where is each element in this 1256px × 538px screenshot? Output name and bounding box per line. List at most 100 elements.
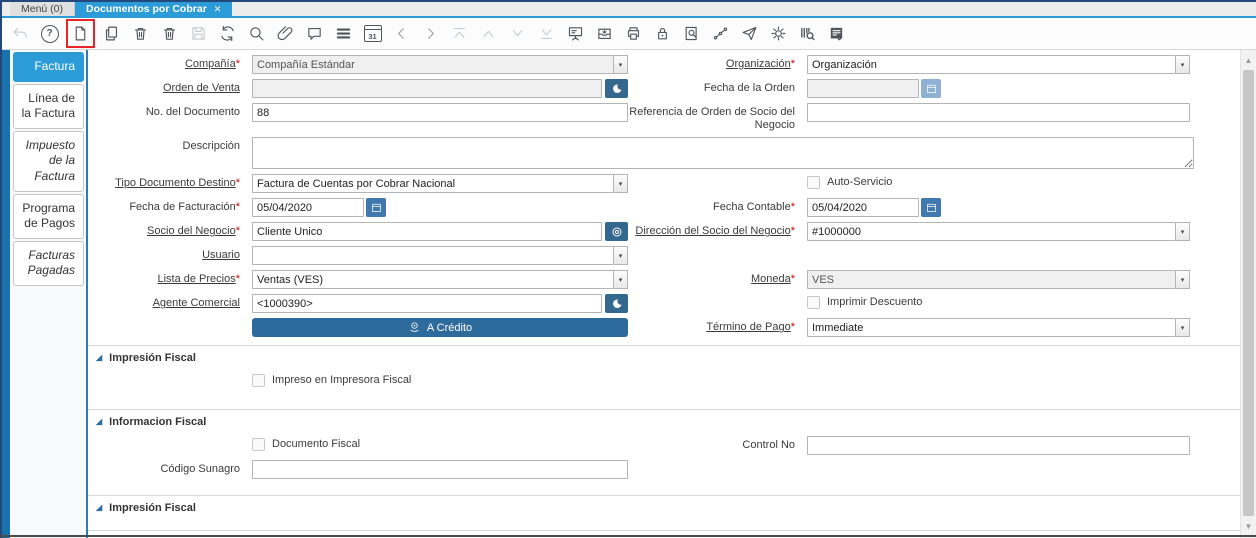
collapse-arrow-icon: ◢ [96,353,103,363]
help-icon[interactable]: ? [40,23,59,44]
toolbar: ? 31 [2,18,1256,50]
tipo-documento-destino-combobox[interactable]: ▾ [252,174,628,194]
new-record-icon[interactable] [71,23,90,44]
termino-de-pago-label: Término de Pago* [706,321,795,334]
scroll-down-icon[interactable]: ▼ [1241,518,1256,534]
print-icon[interactable] [624,23,643,44]
section-impresion-fiscal-1-header[interactable]: ◢ Impresión Fiscal [88,348,1240,368]
detail-record-icon [508,23,527,44]
fecha-contable-calendar-icon[interactable] [921,198,941,218]
codigo-sunagro-label: Código Sunagro [160,463,240,476]
product-info-icon[interactable] [798,23,817,44]
request-icon[interactable] [740,23,759,44]
find-icon[interactable] [247,23,266,44]
sidebar-item-linea-de-la-factura[interactable]: Línea de la Factura [13,83,84,129]
sidebar-item-factura[interactable]: Factura [13,52,84,82]
referencia-field[interactable] [807,103,1190,122]
section-title: Impresión Fiscal [109,502,196,515]
tab-doc-label: Documentos por Cobrar [86,3,207,15]
a-credito-label: A Crédito [426,321,473,334]
combo-arrow-icon[interactable]: ▾ [1175,318,1190,338]
documento-fiscal-checkbox[interactable] [252,438,265,452]
impreso-en-impresora-fiscal-checkbox[interactable] [252,374,265,388]
attachment-icon[interactable] [276,23,295,44]
combo-arrow-icon[interactable]: ▾ [613,55,628,74]
info-panel-icon[interactable] [827,23,846,44]
tab-close-icon[interactable]: ✕ [214,4,222,15]
fecha-de-facturacion-field[interactable] [252,198,364,218]
organizacion-combobox[interactable]: ▾ [807,55,1190,74]
copy-record-icon[interactable] [102,23,121,44]
agente-comercial-field[interactable] [252,294,602,314]
documento-fiscal-label: Documento Fiscal [272,438,361,451]
scrollbar-thumb[interactable] [1243,70,1254,516]
workflow-icon[interactable] [711,23,730,44]
report-icon[interactable] [566,23,585,44]
moneda-value [807,270,1175,290]
calendar-icon[interactable]: 31 [363,23,382,44]
combo-arrow-icon[interactable]: ▾ [613,246,628,266]
fecha-de-la-orden-field [807,79,919,98]
fecha-contable-field[interactable] [807,198,919,218]
scroll-up-icon[interactable]: ▲ [1241,52,1256,68]
termino-de-pago-value[interactable] [807,318,1175,338]
chat-icon[interactable] [305,23,324,44]
combo-arrow-icon[interactable]: ▾ [613,270,628,290]
tab-documentos-por-cobrar[interactable]: Documentos por Cobrar ✕ [75,2,233,16]
usuario-value[interactable] [252,246,613,266]
socio-del-negocio-field[interactable] [252,222,602,242]
archive-icon[interactable] [595,23,614,44]
delete-record-icon[interactable] [131,23,150,44]
sidebar-item-programa-de-pagos[interactable]: Programa de Pagos [13,193,84,239]
toggle-grid-icon[interactable] [334,23,353,44]
agente-comercial-zoom-button[interactable] [605,294,628,314]
vertical-scrollbar[interactable]: ▲ ▼ [1240,50,1256,538]
lista-de-precios-combobox[interactable]: ▾ [252,270,628,290]
first-record-icon [450,23,469,44]
save-icon [189,23,208,44]
combo-arrow-icon[interactable]: ▾ [1175,55,1190,74]
sidebar-strip [2,50,10,538]
combo-arrow-icon[interactable]: ▾ [613,174,628,194]
control-no-field[interactable] [807,436,1190,456]
sidebar-item-facturas-pagadas[interactable]: Facturas Pagadas [13,240,84,286]
direccion-socio-value[interactable] [807,222,1175,242]
no-del-documento-label: No. del Documento [145,106,240,118]
auto-servicio-spacer [628,174,807,177]
section-impresion-fiscal-2: ◢ Impresión Fiscal [88,495,1240,522]
socio-del-negocio-info-button[interactable] [605,222,628,242]
agente-comercial-label: Agente Comercial [152,297,240,310]
fecha-de-la-orden-label: Fecha de la Orden [703,82,795,94]
compania-combobox[interactable]: ▾ [252,55,628,74]
preference-gear-icon[interactable] [769,23,788,44]
imprimir-descuento-label: Imprimir Descuento [827,296,923,309]
organizacion-value[interactable] [807,55,1175,74]
section-impresion-fiscal-2-header[interactable]: ◢ Impresión Fiscal [88,498,1240,518]
usuario-combobox[interactable]: ▾ [252,246,628,266]
print-preview-icon[interactable] [682,23,701,44]
tipo-documento-destino-value[interactable] [252,174,613,194]
codigo-sunagro-field[interactable] [252,460,628,480]
a-credito-button[interactable]: A Crédito [252,318,628,338]
lista-de-precios-value[interactable] [252,270,613,290]
sidebar-item-impuesto-de-la-factura[interactable]: Impuesto de la Factura [13,130,84,192]
no-del-documento-field[interactable] [252,103,628,122]
auto-servicio-checkbox[interactable] [807,176,820,190]
tab-menu[interactable]: Menú (0) [10,2,76,16]
refresh-icon[interactable] [218,23,237,44]
fecha-de-facturacion-calendar-icon[interactable] [366,198,386,218]
imprimir-descuento-checkbox[interactable] [807,296,820,310]
termino-de-pago-combobox[interactable]: ▾ [807,318,1190,338]
lock-icon[interactable] [653,23,672,44]
combo-arrow-icon[interactable]: ▾ [1175,222,1190,242]
collapse-arrow-icon: ◢ [96,417,103,427]
direccion-socio-combobox[interactable]: ▾ [807,222,1190,242]
section-informacion-fiscal-1-header[interactable]: ◢ Informacion Fiscal [88,412,1240,432]
section-title: Informacion Fiscal [109,416,207,429]
delete-selection-icon[interactable] [160,23,179,44]
tab-menu-label: Menú (0) [21,3,64,15]
descripcion-textarea[interactable] [252,137,1194,170]
lista-de-precios-label: Lista de Precios* [157,273,240,286]
orden-de-venta-zoom-button[interactable] [605,79,628,98]
compania-value[interactable] [252,55,613,74]
